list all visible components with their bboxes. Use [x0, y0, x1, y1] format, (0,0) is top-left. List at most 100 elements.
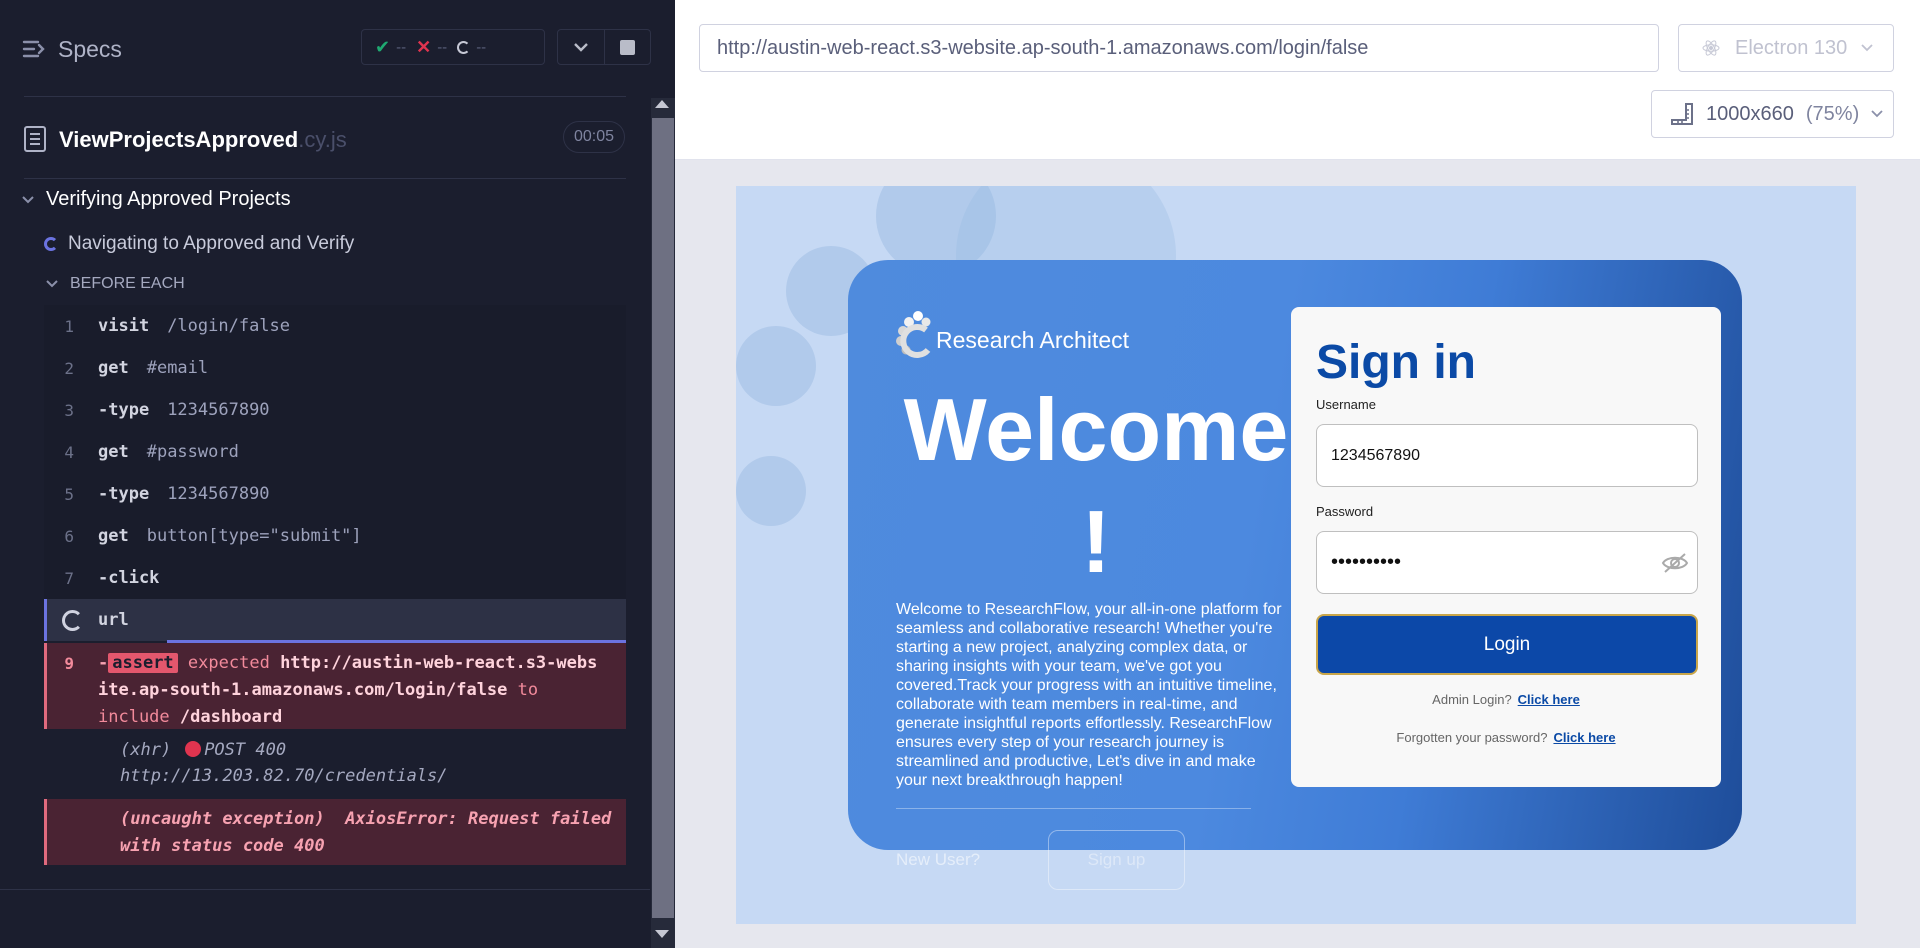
viewport-info[interactable]: 1000x660 (75%)	[1651, 90, 1894, 138]
password-field[interactable]: ••••••••••	[1316, 531, 1698, 594]
failed-count: --	[437, 38, 448, 56]
hook-title-row[interactable]: BEFORE EACH	[46, 275, 185, 293]
welcome-text: Welcome to ResearchFlow, your all-in-one…	[896, 601, 1282, 789]
command-arg: /login/false	[167, 316, 291, 336]
command-row-failed[interactable]: 9 - assert expected http://austin-web-rea…	[44, 643, 626, 729]
runner-header: http://austin-web-react.s3-website.ap-so…	[675, 0, 1920, 160]
assert-message: - assert expected http://austin-web-react…	[98, 650, 598, 731]
chevron-down-icon	[1861, 44, 1873, 52]
assert-target: /dashboard	[179, 707, 283, 727]
username-label: Username	[1316, 397, 1376, 412]
command-list: 1 visit/login/false 2 get #email 3 -type 1234…	[44, 305, 626, 865]
eye-slash-icon[interactable]	[1661, 552, 1689, 574]
uncaught-exception-row[interactable]: (uncaught exception) AxiosError: Request…	[44, 799, 626, 865]
command-name: -type	[98, 400, 150, 420]
command-name: get	[98, 442, 129, 462]
command-row[interactable]: 5 -type 1234567890	[44, 473, 626, 515]
file-base-name: ViewProjectsApproved	[59, 127, 299, 152]
duration-badge: 00:05	[563, 121, 625, 153]
divider	[896, 808, 1251, 809]
test-stats: ✔ -- ✕ -- --	[361, 29, 545, 65]
scroll-down-arrow-icon[interactable]	[655, 930, 669, 938]
pending-stat: --	[457, 39, 486, 56]
command-row[interactable]: 7 -click	[44, 557, 626, 599]
command-row[interactable]: 4 get #password	[44, 431, 626, 473]
scrollbar-thumb[interactable]	[652, 118, 674, 918]
test-title-row[interactable]: Navigating to Approved and Verify	[44, 233, 354, 255]
forgot-password-row: Forgotten your password? Click here	[1291, 730, 1721, 745]
command-log-panel: Specs ✔ -- ✕ -- -- ViewProjectsApproved.	[0, 0, 675, 948]
command-name: get	[98, 358, 129, 378]
chevron-down-icon	[22, 195, 34, 203]
password-label: Password	[1316, 504, 1374, 519]
forgot-password-link[interactable]: Click here	[1553, 730, 1615, 745]
running-spinner-icon	[62, 609, 83, 631]
command-arg: #password	[146, 442, 239, 462]
divider	[24, 178, 626, 179]
brand-name: Research Architect	[936, 326, 1130, 353]
forgot-password-label: Forgotten your password?	[1396, 730, 1548, 745]
stop-button[interactable]	[603, 30, 651, 64]
browser-selector[interactable]: Electron 130	[1678, 24, 1894, 72]
command-arg: button[type="submit"]	[146, 526, 362, 546]
passed-stat: ✔ --	[375, 37, 406, 58]
bg-bubble	[736, 456, 806, 526]
command-name: url	[98, 610, 129, 630]
url-bar[interactable]: http://austin-web-react.s3-website.ap-so…	[699, 24, 1659, 72]
welcome-heading: Welcome !	[903, 380, 1289, 591]
suite-title: Verifying Approved Projects	[46, 188, 291, 210]
running-icon	[44, 237, 58, 251]
admin-login-label: Admin Login?	[1432, 692, 1512, 707]
command-row[interactable]: 6 get button[type="submit"]	[44, 515, 626, 557]
username-value: 1234567890	[1331, 446, 1420, 464]
command-number: 9	[64, 654, 74, 673]
bg-bubble	[736, 326, 816, 406]
scroll-up-arrow-icon[interactable]	[655, 100, 669, 108]
specs-header: Specs ✔ -- ✕ -- --	[0, 0, 651, 98]
runner-controls	[557, 29, 651, 65]
login-button[interactable]: Login	[1316, 614, 1698, 675]
command-arg: #email	[146, 358, 209, 378]
xhr-status: POST 400	[204, 740, 287, 760]
exception-label: (uncaught exception)	[120, 809, 325, 829]
admin-login-link[interactable]: Click here	[1518, 692, 1580, 707]
failed-stat: ✕ --	[416, 37, 447, 58]
chevron-down-icon	[46, 280, 58, 288]
passed-count: --	[396, 38, 407, 56]
command-row[interactable]: 3 -type 1234567890	[44, 389, 626, 431]
electron-icon	[1702, 40, 1720, 56]
username-field[interactable]: 1234567890	[1316, 424, 1698, 487]
password-value: ••••••••••	[1331, 551, 1402, 573]
command-number: 3	[64, 400, 74, 420]
command-number: 5	[64, 484, 74, 504]
signin-title: Sign in	[1316, 336, 1476, 389]
command-number: 7	[64, 568, 74, 588]
signup-button[interactable]: Sign up	[1048, 830, 1185, 890]
viewport-size: 1000x660	[1706, 102, 1794, 125]
file-extension: .cy.js	[298, 127, 347, 152]
x-icon: ✕	[416, 36, 432, 57]
app-under-test-viewport: Research Architect Welcome ! Welcome to …	[736, 186, 1856, 924]
command-row[interactable]: 1 visit/login/false	[44, 305, 626, 347]
command-arg: 1234567890	[167, 484, 270, 504]
xhr-label: (xhr)	[120, 740, 172, 760]
command-row[interactable]: 2 get #email	[44, 347, 626, 389]
test-title: Navigating to Approved and Verify	[68, 233, 355, 254]
error-dot-icon	[185, 741, 202, 757]
command-number: 1	[64, 316, 74, 336]
specs-list-icon[interactable]	[22, 36, 48, 62]
url-text: http://austin-web-react.s3-website.ap-so…	[717, 36, 1369, 59]
xhr-log[interactable]: (xhr) POST 400 http://13.203.82.70/creden…	[44, 729, 626, 799]
command-row-active[interactable]: url	[44, 599, 626, 643]
specs-label[interactable]: Specs	[58, 36, 122, 63]
suite-title-row[interactable]: Verifying Approved Projects	[22, 188, 291, 211]
admin-login-row: Admin Login? Click here	[1291, 692, 1721, 707]
ruler-icon	[1671, 103, 1693, 125]
chevron-down-icon[interactable]	[558, 30, 604, 64]
brand-logo: Research Architect	[896, 308, 1129, 372]
pending-icon	[457, 40, 471, 54]
pending-count: --	[476, 38, 487, 56]
command-arg: 1234567890	[167, 400, 270, 420]
check-icon: ✔	[375, 36, 391, 57]
assert-keyword: assert	[108, 653, 178, 673]
